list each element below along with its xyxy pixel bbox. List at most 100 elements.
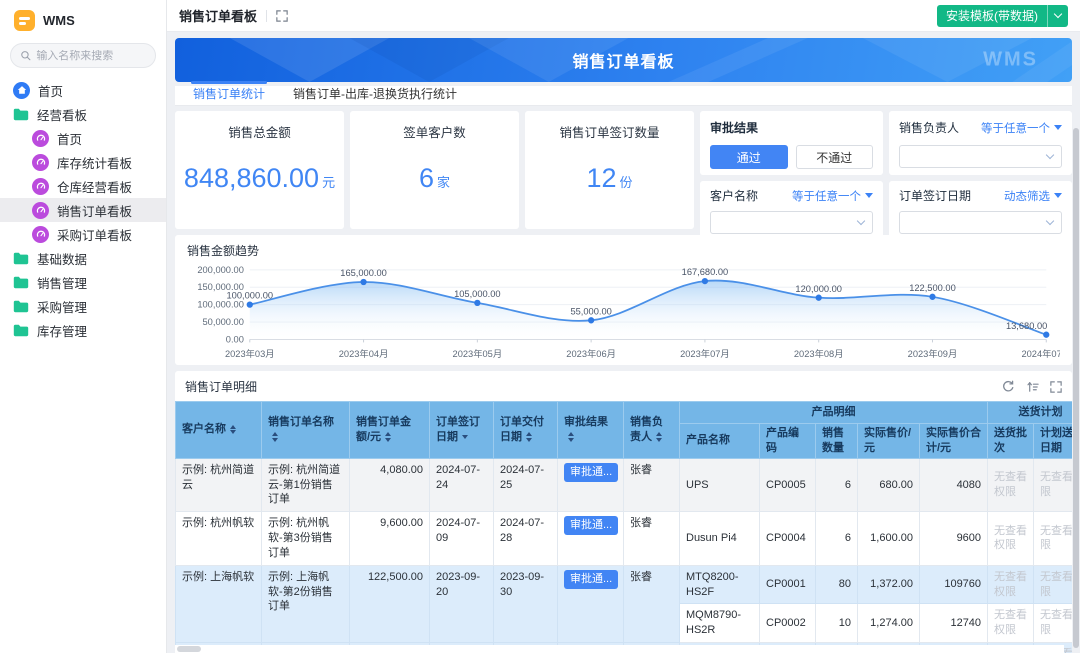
- filter-label: 审批结果: [710, 121, 759, 135]
- sidebar-group-business-boards[interactable]: 经营看板: [0, 102, 166, 126]
- order-cell: 审批通...: [557, 457, 624, 513]
- product-cell: 6: [815, 511, 858, 566]
- sub-column-header: 销售数量: [815, 423, 858, 459]
- stat-label: 签单客户数: [403, 126, 466, 140]
- order-cell: 9,600.00: [349, 511, 430, 566]
- sort-settings-icon[interactable]: [1026, 380, 1039, 393]
- order-cell: 示例: 杭州简道云: [175, 457, 262, 513]
- product-cell: 1,600.00: [857, 511, 920, 566]
- sidebar-group-label: 销售管理: [37, 276, 88, 291]
- dashboard-banner: 销售订单看板 WMS: [175, 38, 1072, 82]
- horizontal-scrollbar[interactable]: [175, 645, 1064, 653]
- app-logo-text: WMS: [43, 13, 75, 28]
- search-input[interactable]: [36, 49, 146, 62]
- column-header[interactable]: 销售订单金额/元: [349, 401, 430, 459]
- vertical-scrollbar[interactable]: [1073, 128, 1079, 648]
- sidebar-group-purchase-mgmt[interactable]: 采购管理: [0, 294, 166, 318]
- sort-icon: [526, 432, 532, 442]
- sidebar-item-home[interactable]: 首页: [0, 78, 166, 102]
- product-cell: 无查看权限: [1033, 511, 1072, 566]
- sidebar-item-inventory-stats-board[interactable]: 库存统计看板: [0, 150, 166, 174]
- product-cell: 无查看权限: [987, 603, 1035, 644]
- table-row[interactable]: 示例: 上海帆软 示例: 上海帆软-第2份销售订单 122,500.00 2023-0…: [175, 564, 1072, 644]
- install-template-dropdown[interactable]: [1048, 5, 1068, 27]
- divider: [266, 9, 268, 22]
- sign-date-select[interactable]: [899, 211, 1062, 234]
- tab-outbound-return-exec-stats[interactable]: 销售订单-出库-退换货执行统计: [281, 81, 469, 105]
- filter-operator-dropdown[interactable]: 动态筛选: [1004, 188, 1062, 204]
- column-header[interactable]: 客户名称: [175, 401, 262, 459]
- sort-icon: [385, 432, 392, 442]
- column-header[interactable]: 销售订单名称: [261, 401, 350, 459]
- sub-column-header: 计划送货日期: [1033, 423, 1072, 459]
- sidebar-group-inventory-mgmt[interactable]: 库存管理: [0, 318, 166, 342]
- approval-pass-button[interactable]: 通过: [710, 145, 788, 169]
- sidebar-item-warehouse-ops-board[interactable]: 仓库经营看板: [0, 174, 166, 198]
- customer-select[interactable]: [710, 211, 873, 234]
- sub-column-header: 产品编码: [759, 423, 816, 459]
- sales-order-table: 客户名称 销售订单名称 销售订单金额/元 订单签订日期 订单交付日期 审批结果 销售负责人 产…: [175, 401, 1072, 653]
- tab-sales-order-stats[interactable]: 销售订单统计: [181, 81, 277, 105]
- sidebar-group-base-data[interactable]: 基础数据: [0, 246, 166, 270]
- svg-text:200,000.00: 200,000.00: [197, 265, 244, 275]
- order-cell: 2024-07-09: [429, 511, 494, 566]
- order-cell: 2024-07-24: [429, 457, 494, 513]
- install-template-label: 安装模板(带数据): [946, 9, 1038, 23]
- dashboard-icon: [32, 153, 49, 171]
- triangle-down-icon: [865, 193, 873, 198]
- svg-text:100,000.00: 100,000.00: [197, 300, 244, 310]
- stat-card-order-count: 销售订单签订数量 12 份: [525, 111, 694, 229]
- app-logo: WMS: [0, 6, 166, 39]
- folder-icon: [13, 324, 29, 336]
- svg-text:2023年03月: 2023年03月: [225, 348, 275, 359]
- stat-unit: 元: [322, 175, 336, 190]
- sidebar-item-purchase-order-board[interactable]: 采购订单看板: [0, 222, 166, 246]
- order-cell: 2024-07-25: [493, 457, 558, 513]
- table-row[interactable]: 示例: 杭州帆软 示例: 杭州帆软-第3份销售订单 9,600.00 2024-07-…: [175, 511, 1072, 566]
- column-header[interactable]: 订单交付日期: [493, 401, 558, 459]
- sidebar-item-label: 采购订单看板: [57, 228, 133, 243]
- dashboard-icon: [32, 177, 49, 195]
- sidebar-item-sales-order-board[interactable]: 销售订单看板: [0, 198, 166, 222]
- product-cell: MQM8790-HS2R: [679, 603, 760, 644]
- sales-trend-chart: 0.00 50,000.00 100,000.00 150,000.00 200,000…: [187, 261, 1060, 363]
- order-cell: 示例: 上海帆软-第2份销售订单: [261, 564, 350, 644]
- product-cell: MTQ8200-HS2F: [679, 564, 760, 605]
- product-cell: 9600: [918, 511, 989, 566]
- filter-label: 订单签订日期: [899, 189, 972, 203]
- column-header[interactable]: 销售负责人: [623, 401, 680, 459]
- sidebar-search[interactable]: [10, 43, 156, 68]
- scrollbar-thumb[interactable]: [177, 646, 201, 652]
- column-header[interactable]: 订单签订日期: [429, 401, 494, 459]
- sales-owner-select[interactable]: [899, 145, 1062, 168]
- filter-operator-dropdown[interactable]: 等于任意一个: [792, 188, 873, 204]
- sidebar-item-board-home[interactable]: 首页: [0, 126, 166, 150]
- sidebar: WMS 首页 经营看板 首页 库存统计看板 仓库经营看板: [0, 0, 167, 653]
- app-window: WMS 首页 经营看板 首页 库存统计看板 仓库经营看板: [0, 0, 1080, 653]
- sub-column-header: 实际售价合计/元: [918, 423, 989, 459]
- column-header[interactable]: 审批结果: [557, 401, 624, 459]
- sidebar-group-sales-mgmt[interactable]: 销售管理: [0, 270, 166, 294]
- fullscreen-icon[interactable]: [276, 9, 288, 22]
- svg-text:2023年04月: 2023年04月: [339, 348, 389, 359]
- svg-text:105,000.00: 105,000.00: [454, 289, 501, 299]
- sidebar-item-label: 库存统计看板: [57, 156, 133, 171]
- product-cell: 无查看权限: [987, 457, 1035, 513]
- approval-fail-button[interactable]: 不通过: [795, 145, 873, 169]
- order-cell: 示例: 杭州帆软-第3份销售订单: [261, 511, 350, 566]
- stat-label: 销售总金额: [228, 126, 291, 140]
- stat-label: 销售订单签订数量: [559, 126, 660, 140]
- svg-text:100,000.00: 100,000.00: [227, 291, 274, 301]
- filter-operator-dropdown[interactable]: 等于任意一个: [981, 120, 1062, 136]
- svg-text:0.00: 0.00: [226, 334, 244, 344]
- product-cell: 80: [815, 564, 858, 605]
- topbar: 销售订单看板 安装模板(带数据): [167, 0, 1080, 32]
- install-template-button[interactable]: 安装模板(带数据): [937, 4, 1068, 27]
- refresh-icon[interactable]: [1002, 380, 1015, 393]
- svg-text:2023年05月: 2023年05月: [453, 348, 503, 359]
- banner-title: 销售订单看板: [572, 54, 675, 71]
- svg-text:55,000.00: 55,000.00: [570, 306, 611, 316]
- order-cell: 4,080.00: [349, 457, 430, 513]
- fullscreen-icon[interactable]: [1050, 380, 1062, 393]
- table-row[interactable]: 示例: 杭州简道云 示例: 杭州简道云-第1份销售订单 4,080.00 2024-0…: [175, 457, 1072, 513]
